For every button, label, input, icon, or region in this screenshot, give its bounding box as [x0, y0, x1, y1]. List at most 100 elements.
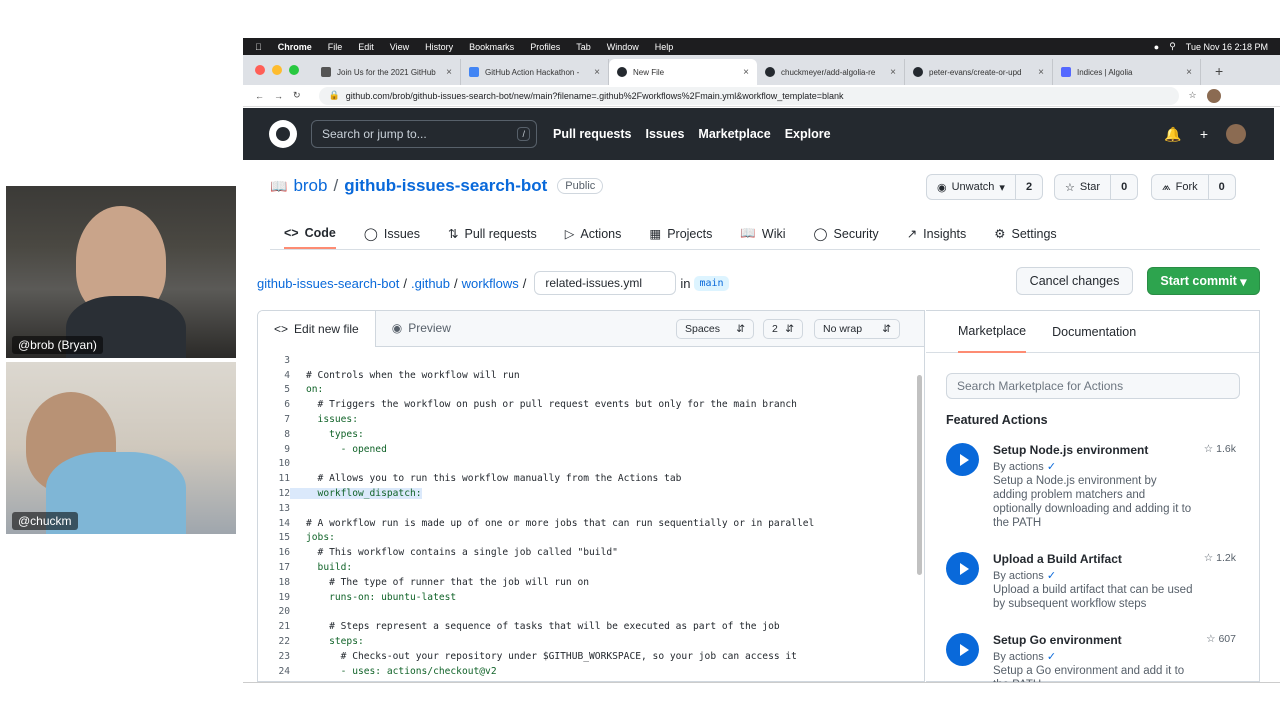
- search-icon[interactable]: ⚲: [1169, 41, 1176, 52]
- code-line[interactable]: 13: [258, 501, 924, 516]
- start-commit-button[interactable]: Start commit ▾: [1147, 267, 1260, 295]
- menu-tab[interactable]: Tab: [576, 42, 591, 52]
- action-title[interactable]: Setup Node.js environment: [993, 443, 1148, 457]
- nav-explore[interactable]: Explore: [785, 127, 831, 141]
- new-tab-button[interactable]: +: [1215, 63, 1223, 79]
- reload-icon[interactable]: ↻: [293, 90, 301, 101]
- code-line[interactable]: 6 # Triggers the workflow on push or pul…: [258, 397, 924, 412]
- menubar-app-name[interactable]: Chrome: [278, 42, 312, 52]
- browser-tab-active[interactable]: New File ×: [609, 59, 757, 85]
- cancel-changes-button[interactable]: Cancel changes: [1016, 267, 1133, 295]
- crumb-github-dir[interactable]: .github: [411, 276, 450, 291]
- code-line[interactable]: 12 workflow_dispatch:: [258, 486, 924, 501]
- menu-profiles[interactable]: Profiles: [530, 42, 560, 52]
- fork-button[interactable]: ⩕ Fork 0: [1151, 174, 1236, 200]
- code-line[interactable]: 14 # A workflow run is made up of one or …: [258, 516, 924, 531]
- close-icon[interactable]: ×: [743, 67, 749, 78]
- menu-edit[interactable]: Edit: [358, 42, 374, 52]
- code-line[interactable]: 10: [258, 457, 924, 472]
- wrap-mode-select[interactable]: No wrap ⇵: [814, 319, 900, 339]
- fork-count[interactable]: 0: [1209, 181, 1235, 193]
- action-card[interactable]: Setup Node.js environment By actions ✓ S…: [946, 443, 1246, 533]
- github-logo-icon[interactable]: [269, 120, 297, 148]
- browser-tab[interactable]: Indices | Algolia ×: [1053, 59, 1201, 85]
- action-card[interactable]: Upload a Build Artifact By actions ✓ Upl…: [946, 552, 1246, 642]
- tab-security[interactable]: ◯ Security: [814, 218, 879, 249]
- bell-icon[interactable]: 🔔: [1164, 126, 1181, 143]
- code-line[interactable]: 15 jobs:: [258, 531, 924, 546]
- datetime[interactable]: Tue Nov 16 2:18 PM: [1186, 42, 1268, 52]
- code-line[interactable]: 9 - opened: [258, 442, 924, 457]
- menu-bookmarks[interactable]: Bookmarks: [469, 42, 514, 52]
- plus-icon[interactable]: +: [1200, 126, 1208, 142]
- code-line[interactable]: 8 types:: [258, 427, 924, 442]
- tab-actions[interactable]: ▷ Actions: [565, 218, 622, 249]
- menu-help[interactable]: Help: [655, 42, 674, 52]
- code-line[interactable]: 16 # This workflow contains a single job…: [258, 545, 924, 560]
- code-line[interactable]: 20: [258, 605, 924, 620]
- code-line[interactable]: 4 # Controls when the workflow will run: [258, 368, 924, 383]
- editor-scrollbar[interactable]: [917, 375, 922, 575]
- close-window-button[interactable]: [255, 65, 265, 75]
- tab-pull-requests[interactable]: ⇅ Pull requests: [448, 218, 537, 249]
- code-area[interactable]: 3 4 # Controls when the workflow will run 5…: [258, 353, 924, 679]
- crumb-repo[interactable]: github-issues-search-bot: [257, 276, 399, 291]
- close-icon[interactable]: ×: [594, 67, 600, 78]
- filename-input[interactable]: related-issues.yml: [534, 271, 677, 295]
- search-input[interactable]: Search or jump to... /: [311, 120, 537, 148]
- minimize-window-button[interactable]: [272, 65, 282, 75]
- tab-marketplace[interactable]: Marketplace: [958, 311, 1027, 353]
- action-title[interactable]: Setup Go environment: [993, 633, 1122, 647]
- nav-marketplace[interactable]: Marketplace: [698, 127, 770, 141]
- back-icon[interactable]: ←: [255, 91, 264, 101]
- close-icon[interactable]: ×: [1038, 67, 1044, 78]
- code-line[interactable]: 22 steps:: [258, 634, 924, 649]
- code-line[interactable]: 23 # Checks-out your repository under $G…: [258, 649, 924, 664]
- tab-projects[interactable]: ▦ Projects: [649, 218, 712, 249]
- code-line[interactable]: 3: [258, 353, 924, 368]
- menu-view[interactable]: View: [390, 42, 409, 52]
- wifi-icon[interactable]: ●: [1154, 42, 1159, 52]
- close-icon[interactable]: ×: [890, 67, 896, 78]
- browser-tab[interactable]: chuckmeyer/add-algolia-re ×: [757, 59, 905, 85]
- close-icon[interactable]: ×: [1186, 67, 1192, 78]
- close-icon[interactable]: ×: [446, 67, 452, 78]
- code-line[interactable]: 21 # Steps represent a sequence of tasks…: [258, 619, 924, 634]
- crumb-workflows-dir[interactable]: workflows: [462, 276, 519, 291]
- marketplace-search-input[interactable]: Search Marketplace for Actions: [946, 373, 1240, 399]
- action-card[interactable]: Setup Go environment By actions ✓ Setup …: [946, 633, 1246, 683]
- indent-size-select[interactable]: 2 ⇵: [763, 319, 803, 339]
- code-line[interactable]: 11 # Allows you to run this workflow man…: [258, 471, 924, 486]
- tab-wiki[interactable]: 📖 Wiki: [740, 218, 785, 249]
- url-bar[interactable]: 🔒 github.com/brob/github-issues-search-b…: [318, 86, 1179, 105]
- tab-edit-file[interactable]: <> Edit new file: [258, 311, 376, 347]
- menu-file[interactable]: File: [328, 42, 343, 52]
- tab-code[interactable]: <> Code: [284, 218, 336, 249]
- repo-owner-link[interactable]: brob: [293, 176, 327, 196]
- profile-avatar[interactable]: [1206, 88, 1221, 103]
- code-line[interactable]: 18 # The type of runner that the job wil…: [258, 575, 924, 590]
- maximize-window-button[interactable]: [289, 65, 299, 75]
- tab-insights[interactable]: ↗ Insights: [907, 218, 967, 249]
- indent-mode-select[interactable]: Spaces ⇵: [676, 319, 754, 339]
- tab-documentation[interactable]: Documentation: [1052, 325, 1136, 339]
- nav-pull-requests[interactable]: Pull requests: [553, 127, 632, 141]
- tab-issues[interactable]: ◯ Issues: [364, 218, 420, 249]
- bookmark-star-icon[interactable]: ☆: [1189, 90, 1197, 101]
- menu-window[interactable]: Window: [607, 42, 639, 52]
- menu-history[interactable]: History: [425, 42, 453, 52]
- browser-tab[interactable]: peter-evans/create-or-upd ×: [905, 59, 1053, 85]
- user-avatar[interactable]: [1226, 124, 1246, 144]
- code-line[interactable]: 7 issues:: [258, 412, 924, 427]
- repo-name-link[interactable]: github-issues-search-bot: [344, 176, 547, 196]
- star-count[interactable]: 0: [1111, 181, 1137, 193]
- browser-tab[interactable]: GitHub Action Hackathon - ×: [461, 59, 609, 85]
- unwatch-button[interactable]: ◉ Unwatch ▾ 2: [926, 174, 1044, 200]
- code-line[interactable]: 17 build:: [258, 560, 924, 575]
- action-title[interactable]: Upload a Build Artifact: [993, 552, 1122, 566]
- tab-settings[interactable]: ⚙ Settings: [994, 218, 1056, 249]
- browser-tab[interactable]: Join Us for the 2021 GitHub ×: [313, 59, 461, 85]
- star-button[interactable]: ☆ Star 0: [1054, 174, 1139, 200]
- forward-icon[interactable]: →: [274, 91, 283, 101]
- code-line[interactable]: 5 on:: [258, 383, 924, 398]
